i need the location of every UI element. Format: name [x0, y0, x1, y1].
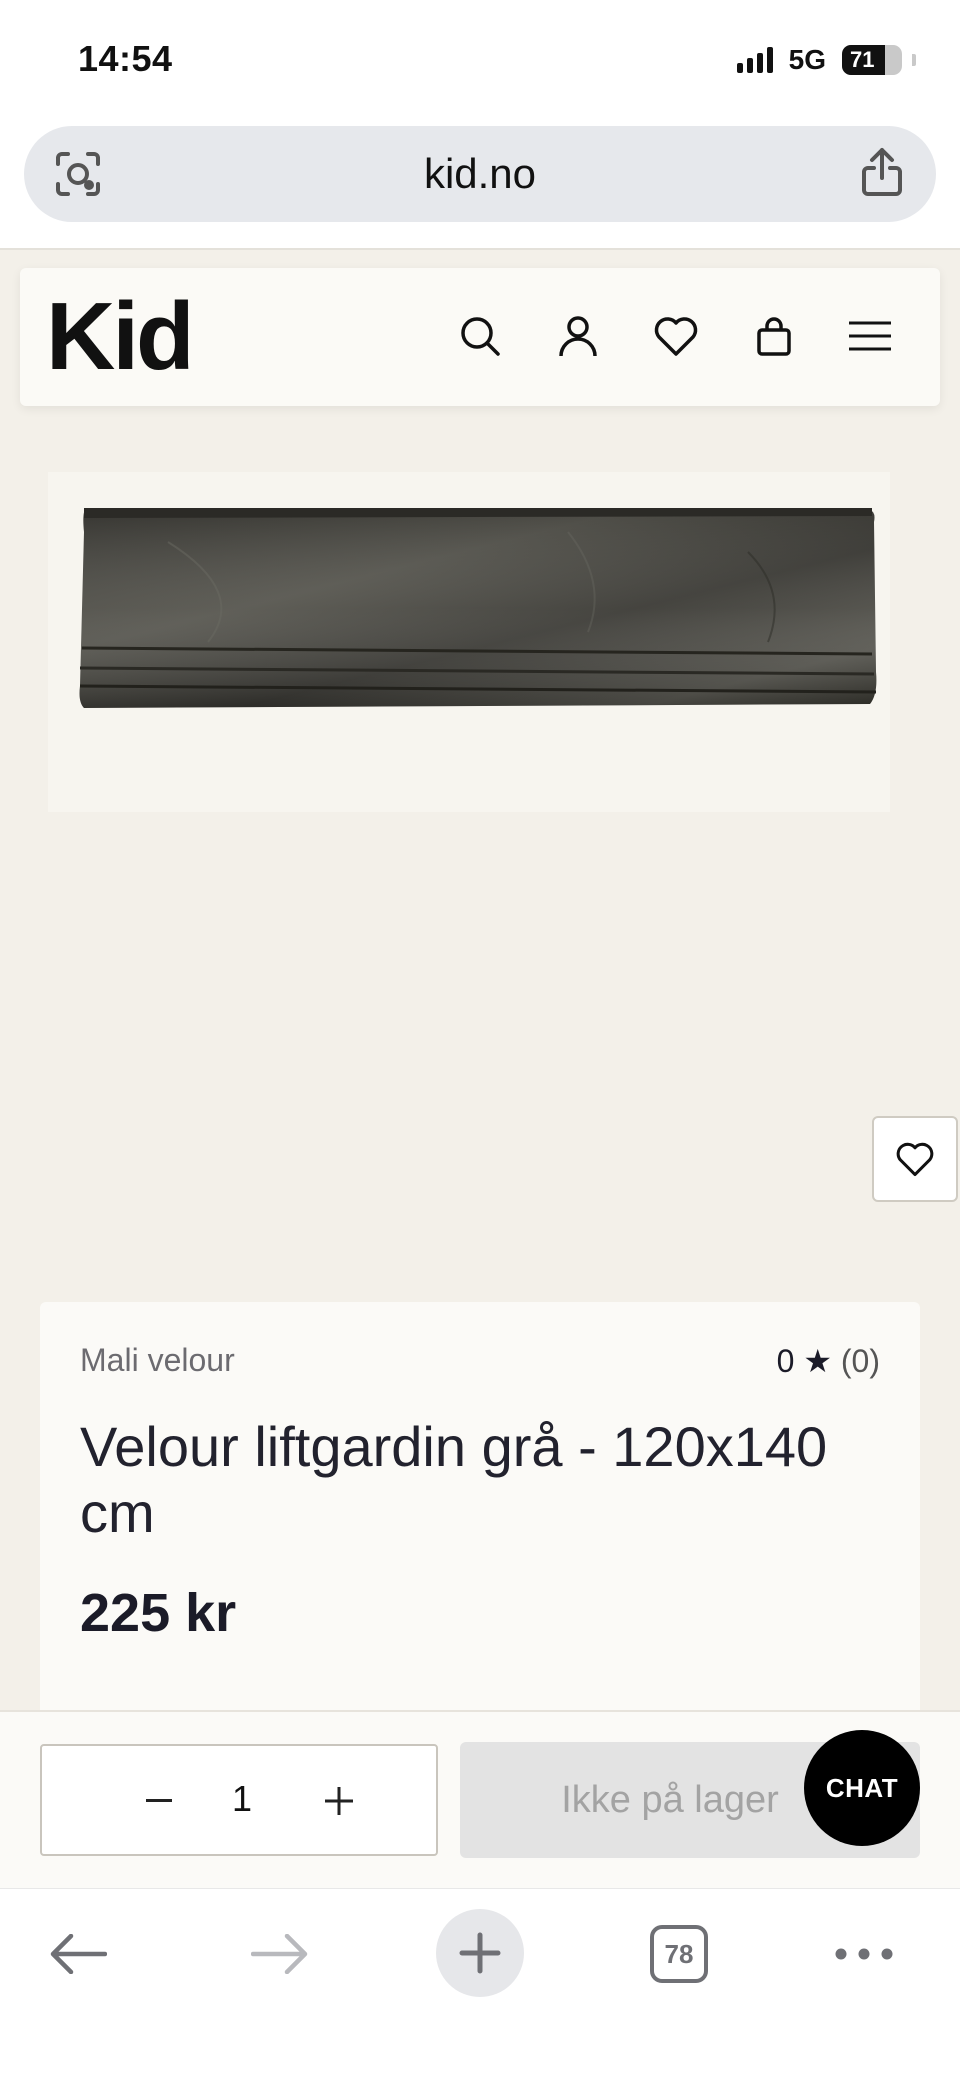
more-dots-icon [835, 1948, 893, 1960]
minus-icon [146, 1799, 172, 1802]
product-image[interactable] [48, 472, 890, 812]
browser-toolbar: 78 [0, 1888, 960, 2078]
heart-icon [896, 1142, 934, 1177]
network-label: 5G [788, 44, 826, 75]
tab-count: 78 [650, 1925, 708, 1983]
back-button[interactable] [46, 1909, 110, 1999]
product-rating[interactable]: 0 ★ (0) [777, 1342, 880, 1380]
arrow-right-icon [251, 1934, 308, 1974]
quantity-value[interactable]: 1 [217, 1778, 267, 1820]
plus-icon [459, 1932, 501, 1974]
address-bar[interactable]: kid.no [24, 126, 936, 222]
menu-icon[interactable] [842, 308, 898, 364]
url-text: kid.no [423, 150, 537, 197]
quantity-stepper: 1 [40, 1744, 438, 1856]
signal-icon [736, 47, 773, 73]
search-icon[interactable] [452, 308, 508, 364]
product-brand[interactable]: Mali velour [80, 1342, 235, 1379]
arrow-left-icon [50, 1934, 107, 1974]
battery-level: 71 [850, 47, 875, 72]
heart-icon[interactable] [648, 308, 704, 364]
status-bar: 14:54 5G 71 [0, 0, 960, 120]
tabs-button[interactable]: 78 [650, 1909, 708, 1999]
more-button[interactable] [830, 1909, 898, 1999]
increase-quantity-button[interactable] [314, 1776, 364, 1826]
new-tab-button[interactable] [436, 1909, 524, 1997]
decrease-quantity-button[interactable] [134, 1776, 184, 1826]
battery-tip [912, 54, 916, 66]
product-info-card: Mali velour 0 ★ (0) Velour liftgardin gr… [40, 1302, 920, 1722]
battery-icon: 71 [842, 45, 902, 75]
kid-logo[interactable]: Kid [46, 282, 195, 392]
site-header: Kid [20, 268, 940, 406]
rating-value: 0 ★ [776, 1343, 832, 1379]
rating-count: (0) [840, 1343, 880, 1379]
status-time: 14:54 [78, 38, 173, 79]
chat-button[interactable]: CHAT [804, 1730, 920, 1846]
plus-icon [325, 1787, 353, 1815]
bag-icon[interactable] [746, 308, 802, 364]
out-of-stock-label: Ikke på lager [561, 1778, 779, 1821]
roman-blind-image [79, 508, 877, 708]
browser-address-area: kid.no [0, 120, 960, 250]
account-icon[interactable] [550, 308, 606, 364]
share-icon[interactable] [860, 146, 904, 198]
product-title: Velour liftgardin grå - 120x140 cm [80, 1415, 828, 1544]
add-to-favorites-button[interactable] [872, 1116, 958, 1202]
product-price: 225 kr [80, 1583, 237, 1643]
forward-button[interactable] [248, 1909, 312, 1999]
status-indicators: 5G 71 [736, 44, 916, 76]
